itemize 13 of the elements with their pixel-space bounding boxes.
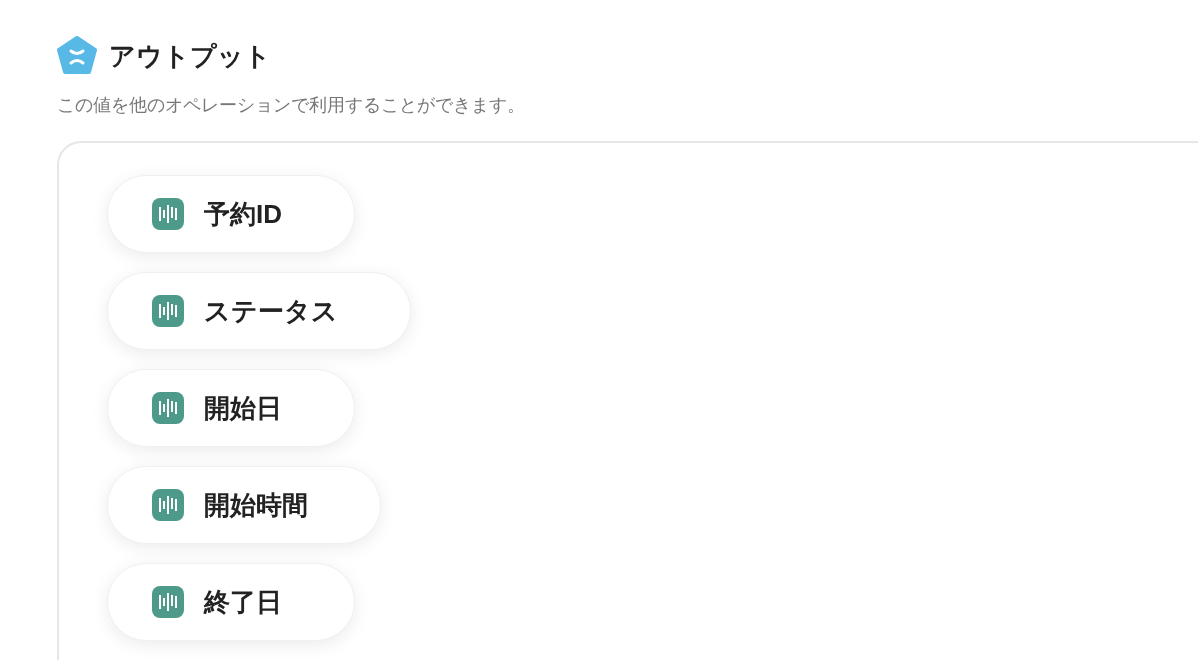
section-description: この値を他のオペレーションで利用することができます。 bbox=[57, 94, 526, 117]
bars-icon bbox=[152, 295, 184, 327]
output-chip[interactable]: 終了日 bbox=[107, 563, 355, 641]
pentagon-logo-icon bbox=[57, 36, 97, 76]
output-chip[interactable]: 予約ID bbox=[107, 175, 355, 253]
output-chip[interactable]: 開始日 bbox=[107, 369, 355, 447]
output-chip[interactable]: ステータス bbox=[107, 272, 411, 350]
section-title: アウトプット bbox=[109, 39, 271, 73]
output-chip[interactable]: 開始時間 bbox=[107, 466, 381, 544]
bars-icon bbox=[152, 198, 184, 230]
bars-icon bbox=[152, 586, 184, 618]
bars-icon bbox=[152, 489, 184, 521]
bars-icon bbox=[152, 392, 184, 424]
